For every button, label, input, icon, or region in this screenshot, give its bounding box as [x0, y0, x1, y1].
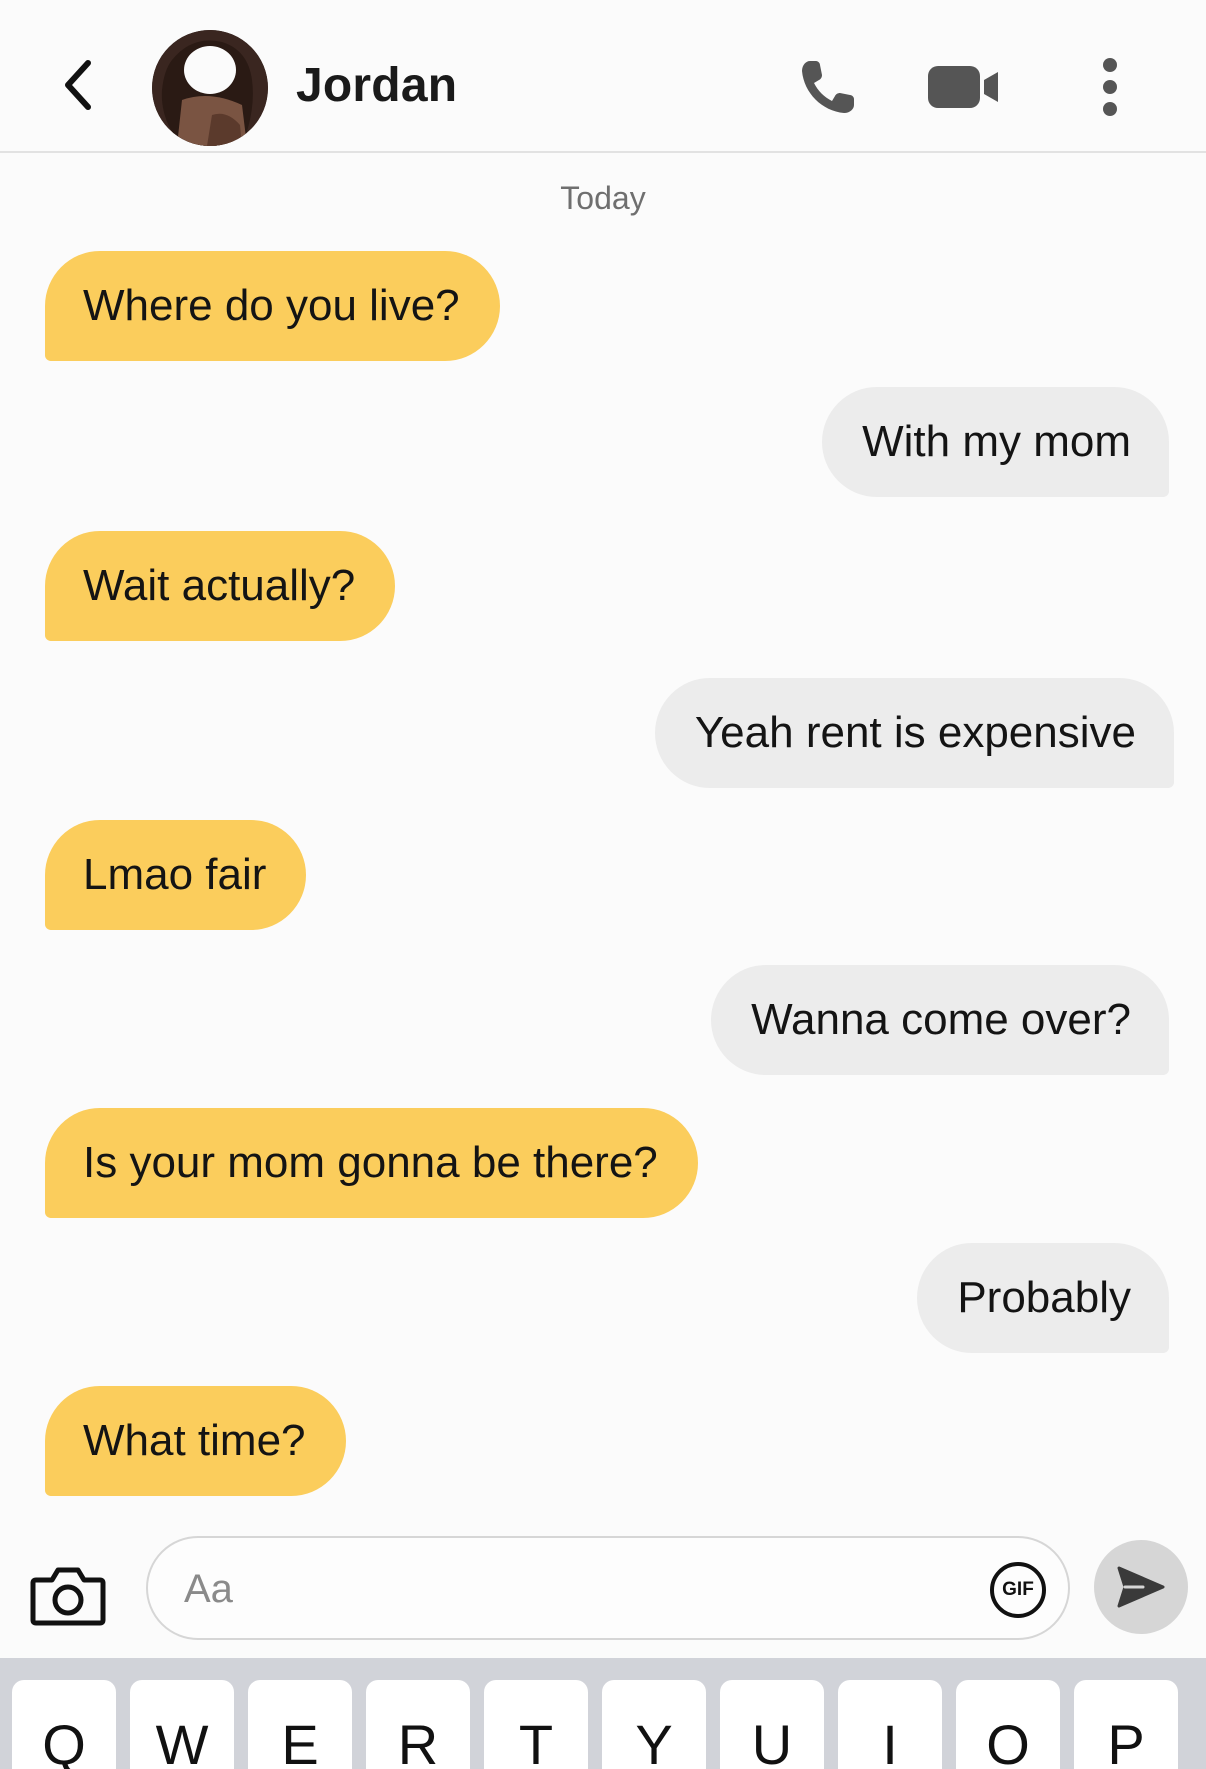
key-o[interactable]: O — [956, 1680, 1060, 1769]
back-button[interactable] — [48, 50, 108, 120]
incoming-message[interactable]: What time? — [45, 1386, 346, 1496]
key-y[interactable]: Y — [602, 1680, 706, 1769]
key-r[interactable]: R — [366, 1680, 470, 1769]
more-vertical-icon — [1103, 58, 1117, 116]
send-icon — [1117, 1566, 1165, 1608]
gif-button[interactable]: GIF — [990, 1562, 1046, 1618]
camera-icon — [30, 1567, 106, 1626]
key-q[interactable]: Q — [12, 1680, 116, 1769]
incoming-message[interactable]: Wait actually? — [45, 531, 396, 641]
message-input-container: GIF — [146, 1536, 1070, 1640]
message-input[interactable] — [182, 1556, 986, 1622]
outgoing-message[interactable]: With my mom — [822, 387, 1169, 497]
camera-button[interactable] — [28, 1560, 108, 1630]
key-i[interactable]: I — [838, 1680, 942, 1769]
outgoing-message[interactable]: Probably — [917, 1243, 1169, 1353]
key-t[interactable]: T — [484, 1680, 588, 1769]
key-e[interactable]: E — [248, 1680, 352, 1769]
chat-header: Jordan — [0, 0, 1206, 153]
key-u[interactable]: U — [720, 1680, 824, 1769]
date-separator: Today — [560, 180, 646, 216]
message-composer: GIF — [0, 1520, 1206, 1660]
incoming-message[interactable]: Is your mom gonna be there? — [45, 1108, 698, 1218]
send-button[interactable] — [1094, 1540, 1188, 1634]
phone-icon — [802, 61, 854, 113]
avatar-image — [152, 30, 268, 146]
keyboard: Q W E R T Y U I O P — [0, 1658, 1206, 1769]
incoming-message[interactable]: Where do you live? — [45, 251, 500, 361]
more-options-button[interactable] — [1070, 50, 1150, 124]
incoming-message[interactable]: Lmao fair — [45, 820, 307, 930]
contact-name: Jordan — [296, 59, 458, 112]
video-call-button[interactable] — [924, 50, 1004, 124]
key-w[interactable]: W — [130, 1680, 234, 1769]
call-button[interactable] — [788, 50, 868, 124]
avatar[interactable] — [152, 30, 268, 146]
outgoing-message[interactable]: Wanna come over? — [711, 965, 1169, 1075]
video-camera-icon — [928, 66, 998, 108]
key-p[interactable]: P — [1074, 1680, 1178, 1769]
outgoing-message[interactable]: Yeah rent is expensive — [654, 678, 1174, 788]
chevron-left-icon — [65, 60, 91, 110]
